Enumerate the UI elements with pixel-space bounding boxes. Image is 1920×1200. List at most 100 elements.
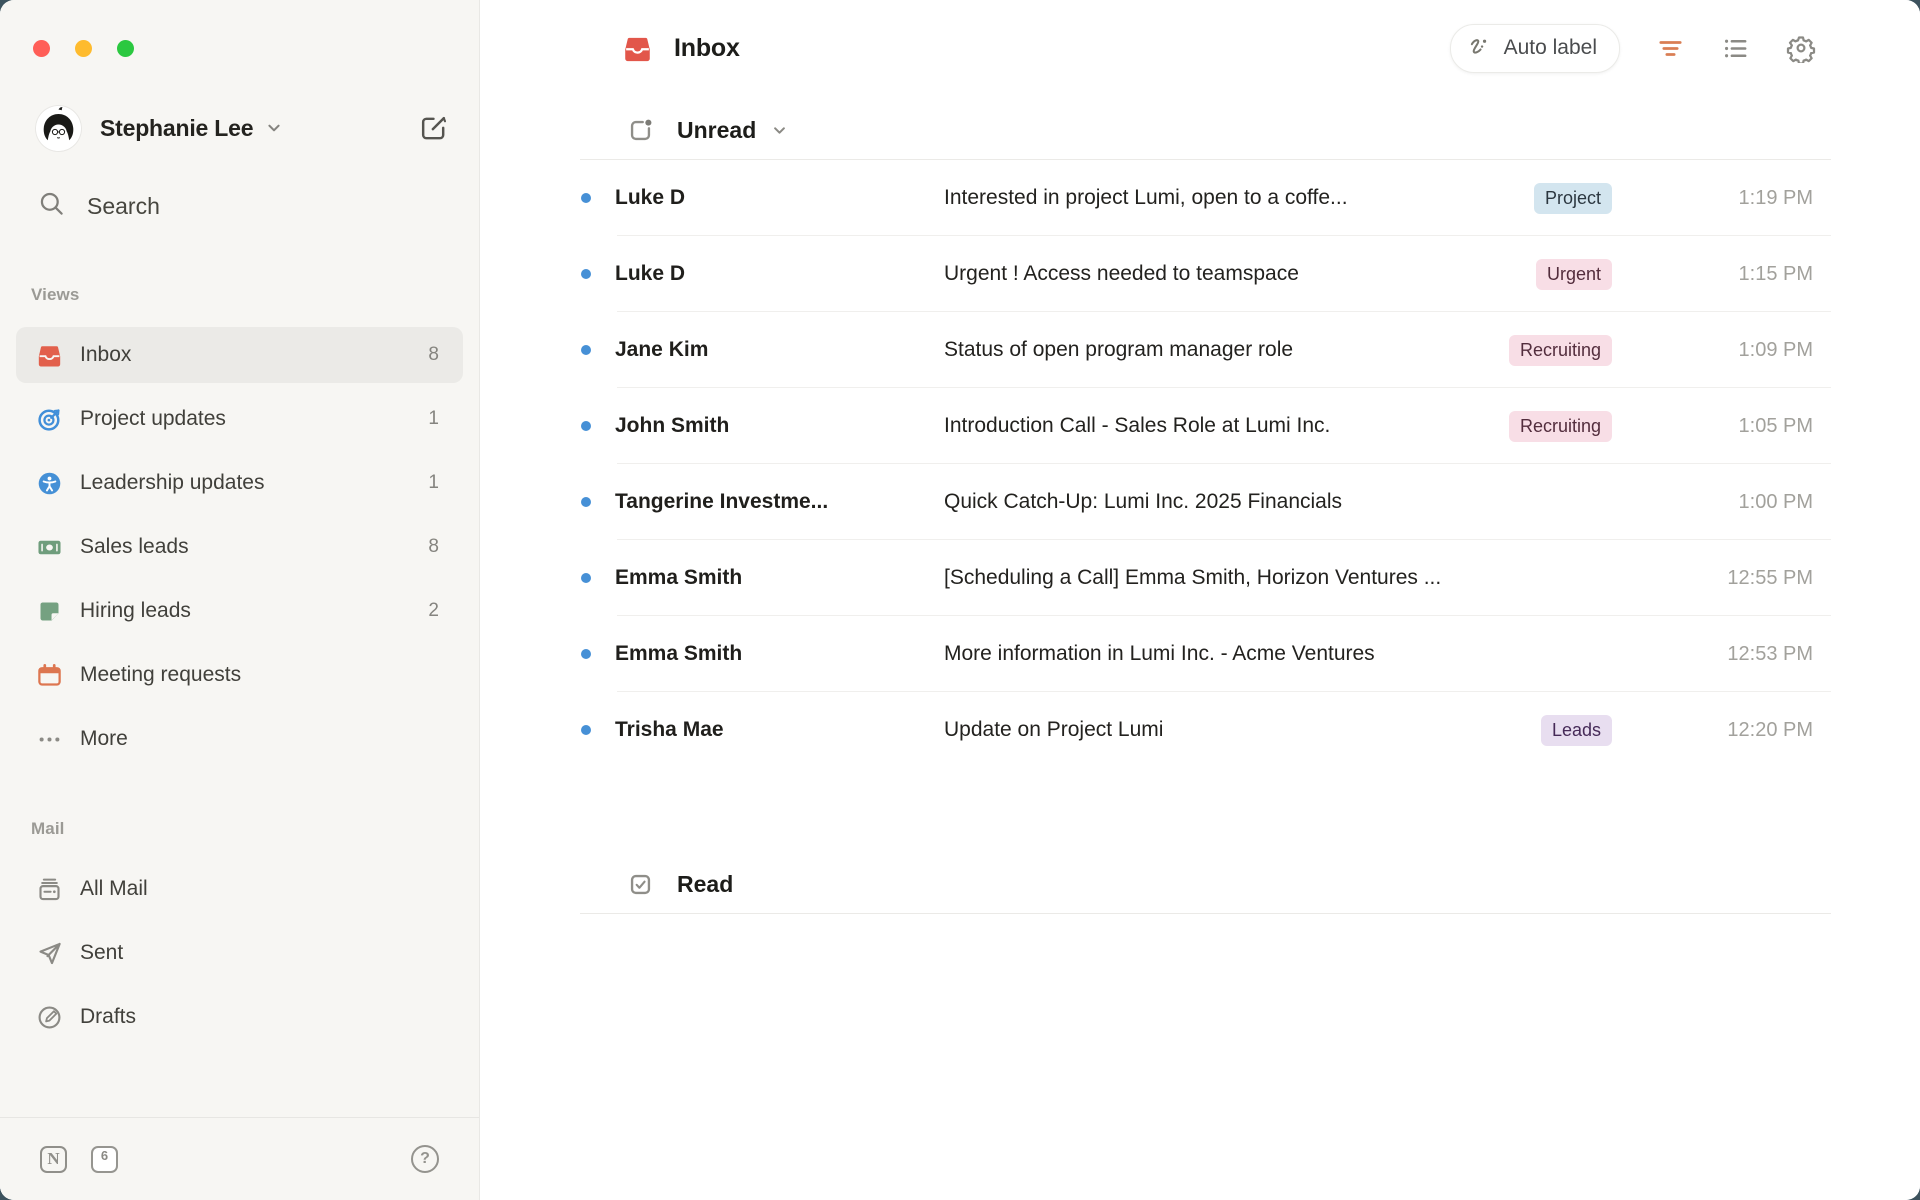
target-icon: [36, 406, 63, 433]
minimize-button[interactable]: [75, 40, 92, 57]
sidebar-nav: ViewsInbox8Project updates1Leadership up…: [0, 285, 479, 1045]
unread-dot-column: [580, 725, 592, 735]
unread-status-icon: [627, 117, 654, 144]
chevron-down-icon: [263, 117, 285, 139]
nav-list-mail: All Mail Sent Drafts: [0, 861, 479, 1045]
auto-label-wand-icon: [1467, 35, 1493, 61]
read-status-icon: [627, 871, 654, 898]
read-section-header[interactable]: Read: [580, 850, 1831, 914]
email-time: 1:00 PM: [1612, 491, 1831, 514]
header-controls: Auto label: [1450, 24, 1816, 73]
filter-icon[interactable]: [1656, 34, 1685, 63]
email-subject: More information in Lumi Inc. - Acme Ven…: [944, 642, 1612, 666]
email-row[interactable]: Luke D Interested in project Lumi, open t…: [580, 160, 1831, 236]
sidebar-item-drafts[interactable]: Drafts: [16, 989, 463, 1045]
read-section-label: Read: [677, 871, 733, 898]
search-button[interactable]: Search: [38, 185, 449, 227]
window-controls: [33, 40, 479, 57]
email-row[interactable]: Jane KimStatus of open program manager r…: [580, 312, 1831, 388]
email-sender: Trisha Mae: [615, 718, 921, 742]
unread-dot: [581, 421, 591, 431]
sidebar-item-label: Inbox: [80, 343, 131, 367]
sidebar-item-inbox[interactable]: Inbox 8: [16, 327, 463, 383]
label-badge-recruiting[interactable]: Recruiting: [1509, 335, 1612, 366]
unread-count-badge: 1: [428, 408, 439, 430]
unread-count-badge: 8: [428, 536, 439, 558]
sidebar-item-hiring-leads[interactable]: Hiring leads2: [16, 583, 463, 639]
calendar-icon: [36, 662, 63, 689]
unread-count-badge: 1: [428, 472, 439, 494]
label-badge-recruiting[interactable]: Recruiting: [1509, 411, 1612, 442]
sidebar-item-label: Project updates: [80, 407, 226, 431]
unread-count-badge: 8: [428, 344, 439, 366]
main-header: Inbox Auto label: [480, 0, 1920, 96]
email-row[interactable]: Emma SmithMore information in Lumi Inc. …: [580, 616, 1831, 692]
unread-section-header[interactable]: Unread: [580, 96, 1831, 160]
page-title: Inbox: [674, 34, 740, 63]
sidebar-item-meeting-requests[interactable]: Meeting requests: [16, 647, 463, 703]
settings-gear-icon[interactable]: [1786, 33, 1816, 63]
sidebar-item-label: All Mail: [80, 877, 148, 901]
search-label: Search: [87, 193, 160, 220]
ellipsis-icon: [36, 726, 63, 753]
notion-workspace-icon[interactable]: N: [40, 1146, 67, 1173]
compose-button[interactable]: [418, 113, 449, 144]
email-sender: Luke D: [615, 186, 921, 210]
sidebar-item-label: Meeting requests: [80, 663, 241, 687]
auto-label-text: Auto label: [1504, 36, 1597, 60]
email-time: 12:20 PM: [1612, 719, 1831, 742]
close-button[interactable]: [33, 40, 50, 57]
sidebar-item-label: Drafts: [80, 1005, 136, 1029]
account-name: Stephanie Lee: [100, 115, 253, 142]
sidebar-item-all-mail[interactable]: All Mail: [16, 861, 463, 917]
zoom-button[interactable]: [117, 40, 134, 57]
email-subject: Status of open program manager role: [944, 338, 1509, 362]
account-switcher[interactable]: Stephanie Lee: [36, 105, 449, 151]
section-label-mail: Mail: [31, 819, 479, 839]
avatar: [36, 106, 81, 151]
unread-collapse-chevron-icon[interactable]: [769, 120, 790, 141]
list-view-icon[interactable]: [1721, 34, 1750, 63]
email-subject: Quick Catch-Up: Lumi Inc. 2025 Financial…: [944, 490, 1612, 514]
sidebar-item-sales-leads[interactable]: Sales leads 8: [16, 519, 463, 575]
email-time: 1:15 PM: [1612, 263, 1831, 286]
sidebar-item-project-updates[interactable]: Project updates 1: [16, 391, 463, 447]
sidebar-item-label: Sales leads: [80, 535, 189, 559]
sidebar-item-label: Leadership updates: [80, 471, 264, 495]
unread-dot: [581, 345, 591, 355]
email-subject: Update on Project Lumi: [944, 718, 1541, 742]
email-subject: Urgent ! Access needed to teamspace: [944, 262, 1536, 286]
sidebar-footer: N 6 ?: [0, 1117, 479, 1200]
sidebar-item-leadership-updates[interactable]: Leadership updates 1: [16, 455, 463, 511]
inbox-icon: [622, 33, 653, 64]
email-list-container: Unread Luke D Interested in project Lumi,…: [580, 96, 1831, 914]
email-row[interactable]: Luke D Urgent ! Access needed to teamspac…: [580, 236, 1831, 312]
email-row[interactable]: John SmithIntroduction Call - Sales Role…: [580, 388, 1831, 464]
calendar-app-icon[interactable]: 6: [91, 1146, 118, 1173]
inbox-icon: [36, 342, 63, 369]
unread-dot-column: [580, 497, 592, 507]
label-badge-urgent[interactable]: Urgent: [1536, 259, 1612, 290]
help-button[interactable]: ?: [411, 1145, 439, 1173]
email-row[interactable]: Emma Smith[Scheduling a Call] Emma Smith…: [580, 540, 1831, 616]
label-badge-leads[interactable]: Leads: [1541, 715, 1612, 746]
main-panel: Inbox Auto label: [480, 0, 1920, 1200]
email-time: 1:09 PM: [1612, 339, 1831, 362]
email-row[interactable]: Tangerine Investme...Quick Catch-Up: Lum…: [580, 464, 1831, 540]
email-list: Luke D Interested in project Lumi, open t…: [580, 160, 1831, 768]
unread-dot: [581, 649, 591, 659]
sidebar-item-more[interactable]: More: [16, 711, 463, 767]
label-badge-project[interactable]: Project: [1534, 183, 1612, 214]
unread-dot-column: [580, 573, 592, 583]
email-subject: Interested in project Lumi, open to a co…: [944, 186, 1534, 210]
unread-dot-column: [580, 421, 592, 431]
email-row[interactable]: Trisha Mae Update on Project LumiLeads12:…: [580, 692, 1831, 768]
unread-count-badge: 2: [428, 600, 439, 622]
app-window: Stephanie Lee Search ViewsInbox8Project …: [0, 0, 1920, 1200]
unread-dot-column: [580, 649, 592, 659]
email-sender: Luke D: [615, 262, 921, 286]
unread-dot-column: [580, 269, 592, 279]
unread-dot: [581, 497, 591, 507]
auto-label-button[interactable]: Auto label: [1450, 24, 1620, 73]
sidebar-item-sent[interactable]: Sent: [16, 925, 463, 981]
